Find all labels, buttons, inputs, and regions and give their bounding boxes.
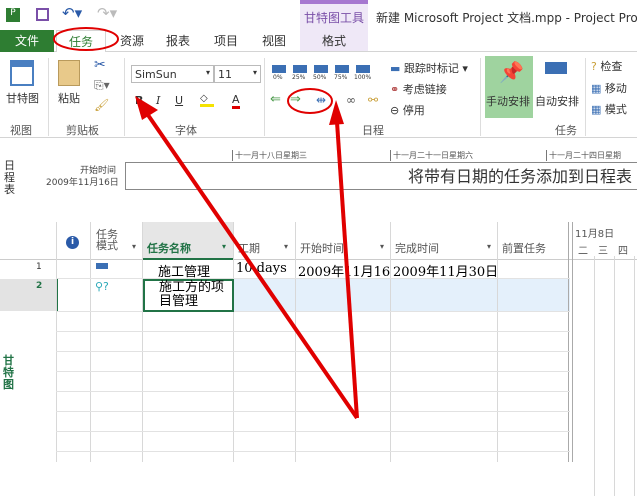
annotation-arrowhead-1: [135, 96, 158, 120]
annotation-circle-indent: [287, 88, 333, 114]
annotation-arrow-2: [335, 121, 359, 419]
annotation-arrow-1: [146, 113, 359, 420]
annotation-overlay: [53, 27, 359, 420]
annotation-circle-task-tab: [53, 27, 119, 51]
